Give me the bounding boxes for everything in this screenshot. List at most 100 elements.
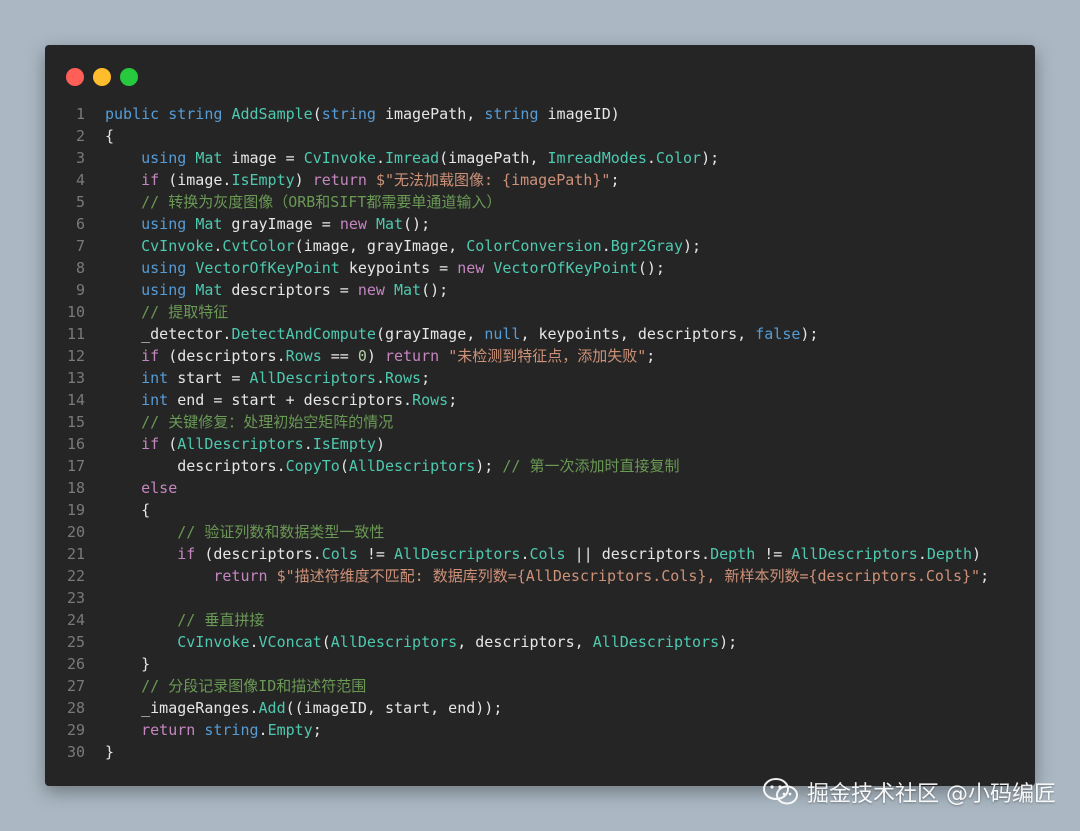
line-number: 2 xyxy=(75,127,85,145)
code-line: 17 descriptors.CopyTo(AllDescriptors); /… xyxy=(45,455,1035,477)
code-token: new xyxy=(357,281,385,299)
code-token: AddSample xyxy=(231,105,313,123)
code-token: imagePath, xyxy=(375,105,485,123)
code-token: AllDescriptors xyxy=(348,457,476,475)
code-line: 8 using VectorOfKeyPoint keypoints = new… xyxy=(45,257,1035,279)
code-token: int xyxy=(141,369,169,387)
code-token: grayImage = xyxy=(222,215,340,233)
code-token: . xyxy=(258,721,268,739)
code-token: AllDescriptors xyxy=(330,633,458,651)
code-token: VectorOfKeyPoint xyxy=(493,259,638,277)
code-token: ); xyxy=(719,633,738,651)
line-number: 25 xyxy=(66,633,85,651)
code-token: ) xyxy=(375,435,385,453)
line-number: 12 xyxy=(66,347,85,365)
code-line: 18 else xyxy=(45,477,1035,499)
code-token: IsEmpty xyxy=(312,435,376,453)
code-token: , descriptors, xyxy=(457,633,593,651)
close-dot[interactable] xyxy=(66,68,84,86)
line-number: 5 xyxy=(75,193,85,211)
line-code: // 转换为灰度图像（ORB和SIFT都需要单通道输入） xyxy=(105,191,501,213)
line-number: 9 xyxy=(75,281,85,299)
code-token: if xyxy=(141,171,160,189)
code-token: int xyxy=(141,391,169,409)
line-code: } xyxy=(105,653,150,675)
code-token: != xyxy=(357,545,394,563)
code-token: VectorOfKeyPoint xyxy=(195,259,340,277)
code-token: null xyxy=(484,325,521,343)
code-line: 30} xyxy=(45,741,1035,763)
code-token: else xyxy=(141,479,178,497)
code-window: 1 public string AddSample(string imagePat… xyxy=(45,45,1035,786)
line-code: { xyxy=(105,499,150,521)
code-token: (); xyxy=(637,259,665,277)
code-token: Mat xyxy=(375,215,404,233)
code-token: descriptors. xyxy=(105,457,286,475)
line-number: 1 xyxy=(75,105,85,123)
code-block: 1 public string AddSample(string imagePat… xyxy=(45,103,1035,763)
code-token: CvInvoke xyxy=(141,237,214,255)
code-token: ( xyxy=(159,435,178,453)
line-code: // 分段记录图像ID和描述符范围 xyxy=(105,675,366,697)
line-number: 13 xyxy=(66,369,85,387)
code-token: CvtColor xyxy=(222,237,295,255)
minimize-dot[interactable] xyxy=(93,68,111,86)
code-line: 6 using Mat grayImage = new Mat(); xyxy=(45,213,1035,235)
code-token: ; xyxy=(980,567,990,585)
line-code: return $"描述符维度不匹配: 数据库列数={AllDescriptors… xyxy=(105,565,989,587)
line-number: 18 xyxy=(66,479,85,497)
code-token: ( xyxy=(312,105,322,123)
code-token: CopyTo xyxy=(285,457,340,475)
code-token: . xyxy=(375,149,385,167)
code-token: Bgr2Gray xyxy=(610,237,683,255)
code-token: 0 xyxy=(357,347,367,365)
code-token: using xyxy=(141,215,187,233)
code-token: ) xyxy=(366,347,385,365)
line-number: 11 xyxy=(66,325,85,343)
line-code: if (AllDescriptors.IsEmpty) xyxy=(105,433,385,455)
code-line: 25 CvInvoke.VConcat(AllDescriptors, desc… xyxy=(45,631,1035,653)
code-token: Mat xyxy=(195,281,223,299)
code-token: using xyxy=(141,259,187,277)
line-code: CvInvoke.VConcat(AllDescriptors, descrip… xyxy=(105,631,737,653)
window-controls xyxy=(66,68,138,86)
maximize-dot[interactable] xyxy=(120,68,138,86)
code-token: start = xyxy=(168,369,250,387)
line-code: if (image.IsEmpty) return $"无法加载图像: {ima… xyxy=(105,169,619,191)
code-token: // 分段记录图像ID和描述符范围 xyxy=(141,677,367,695)
code-token: return xyxy=(384,347,440,365)
code-token: Imread xyxy=(384,149,440,167)
code-line: 26 } xyxy=(45,653,1035,675)
code-token: Mat xyxy=(394,281,422,299)
code-token: DetectAndCompute xyxy=(231,325,376,343)
line-number: 6 xyxy=(75,215,85,233)
code-token: ( xyxy=(321,633,331,651)
code-token: false xyxy=(755,325,801,343)
code-token: Add xyxy=(258,699,286,717)
code-token: (descriptors. xyxy=(159,347,286,365)
line-number: 8 xyxy=(75,259,85,277)
code-token: . xyxy=(303,435,313,453)
code-token: string xyxy=(321,105,376,123)
code-token: string xyxy=(484,105,539,123)
code-token: imageID) xyxy=(538,105,620,123)
line-code: _imageRanges.Add((imageID, start, end)); xyxy=(105,697,502,719)
line-number: 15 xyxy=(66,413,85,431)
code-token: string xyxy=(204,721,259,739)
code-token: (grayImage, xyxy=(375,325,485,343)
line-number: 10 xyxy=(66,303,85,321)
code-line: 7 CvInvoke. CvtColor(image, grayImage, Co… xyxy=(45,235,1035,257)
code-line: 16 if (AllDescriptors.IsEmpty) xyxy=(45,433,1035,455)
